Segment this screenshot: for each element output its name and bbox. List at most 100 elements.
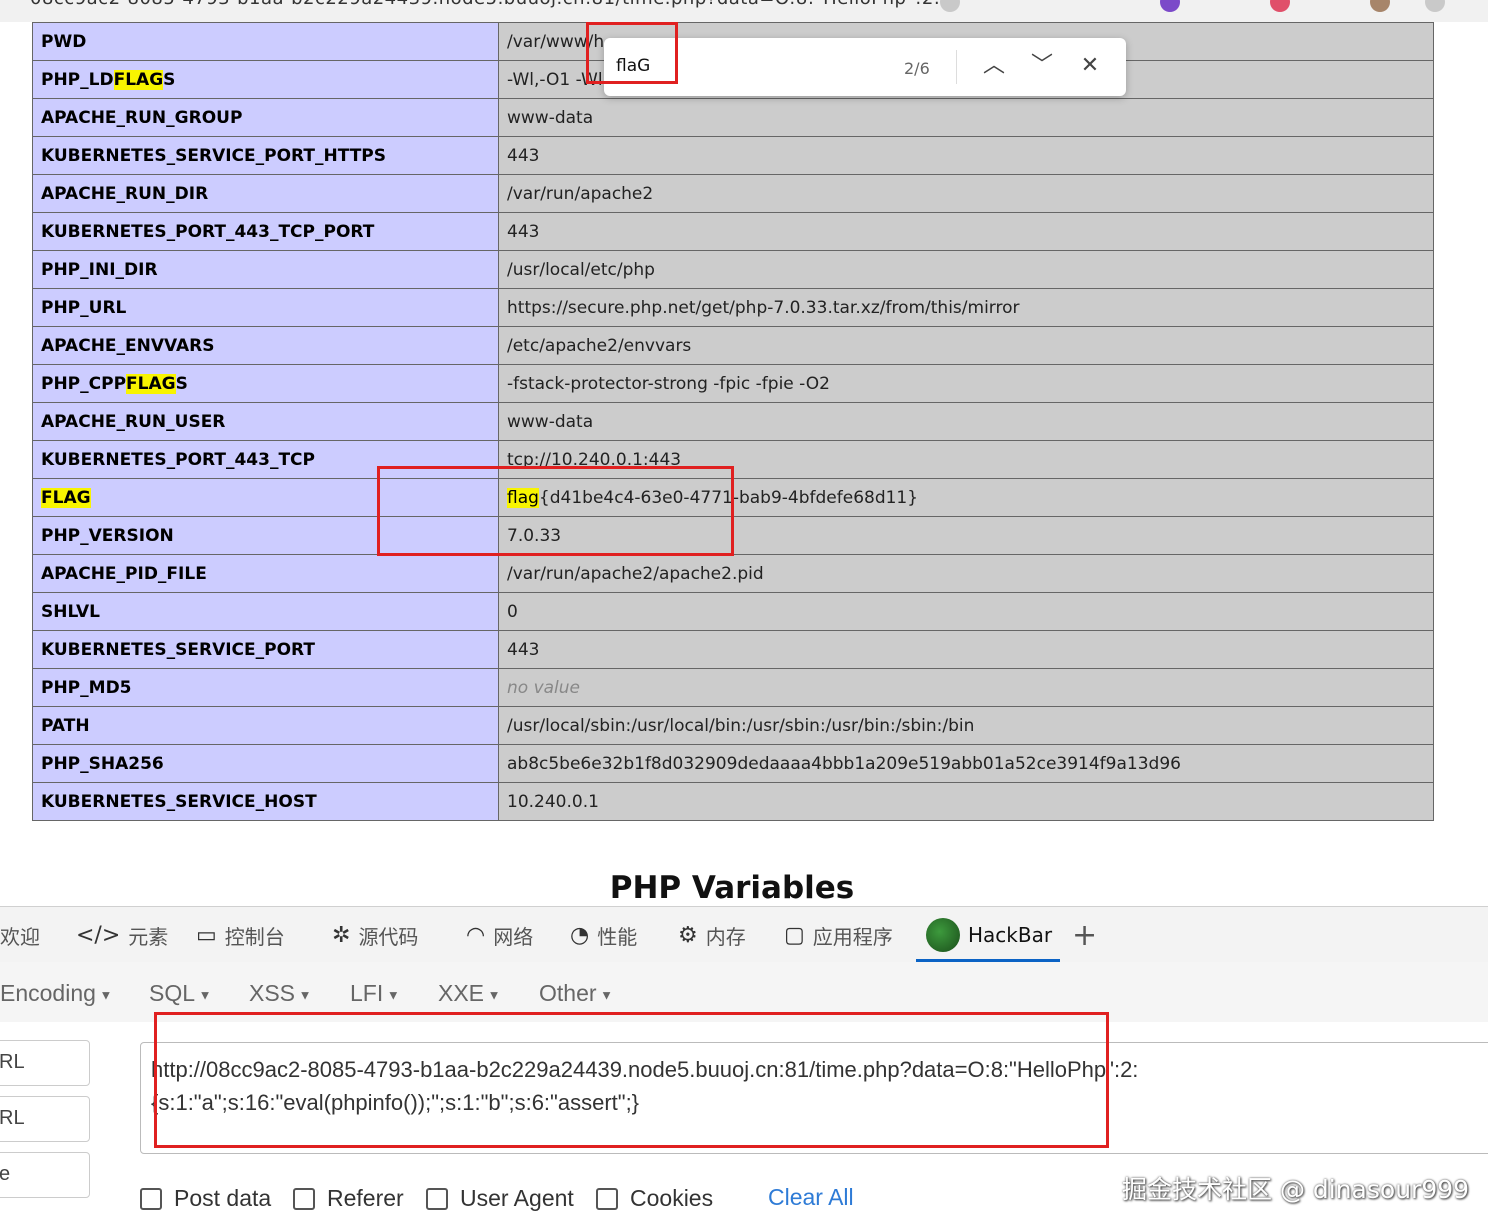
find-match-count: 2/6	[904, 59, 930, 78]
option-label: Post data	[174, 1185, 272, 1211]
env-value: 10.240.0.1	[498, 782, 1434, 821]
tab-10[interactable]: +	[1072, 907, 1097, 963]
tab-7[interactable]: ⚙ 内存	[678, 907, 746, 963]
tab-4[interactable]: ✲ 源代码	[332, 907, 418, 963]
env-key: PHP_LDFLAGS	[32, 60, 499, 99]
env-value: www-data	[498, 98, 1434, 137]
tab-8[interactable]: ▢ 应用程序	[784, 907, 893, 963]
split-url-button[interactable]: RL	[0, 1096, 90, 1142]
table-row: SHLVL 0	[32, 592, 1434, 631]
referer-option[interactable]: Referer	[293, 1185, 404, 1212]
checkbox[interactable]	[140, 1187, 162, 1210]
tab-label: 欢迎	[0, 924, 40, 949]
menu-xss[interactable]: XSS ▼	[249, 980, 312, 1007]
watermark: 掘金技术社区 @ dinasour999	[1122, 1175, 1470, 1204]
menu-sql[interactable]: SQL ▼	[149, 980, 212, 1007]
settings-icon[interactable]	[1425, 0, 1445, 12]
table-row: PHP_INI_DIR/usr/local/etc/php	[32, 250, 1434, 289]
tab-label: 源代码	[358, 924, 419, 949]
table-row: KUBERNETES_SERVICE_PORT 443	[32, 630, 1434, 669]
avatar[interactable]	[1370, 0, 1390, 12]
tab-icon: ✲	[332, 922, 351, 948]
env-value: /usr/local/sbin:/usr/local/bin:/usr/sbin…	[498, 706, 1434, 745]
url-textarea[interactable]: http://08cc9ac2-8085-4793-b1aa-b2c229a24…	[140, 1042, 1488, 1154]
env-value: no value	[498, 668, 1434, 707]
hackbar-menu: Encoding ▼ SQL ▼ XSS ▼ LFI ▼ XXE ▼ Other ▼	[0, 962, 1488, 1022]
checkbox[interactable]	[426, 1187, 448, 1210]
env-key: KUBERNETES_PORT_443_TCP	[32, 440, 499, 479]
tab-label: 网络	[493, 924, 534, 949]
tab-1[interactable]: 欢迎	[0, 907, 40, 963]
table-row: PHP_SHA256 ab8c5be6e32b1f8d032909dedaaaa4…	[32, 744, 1434, 783]
tab-3[interactable]: ▭ 控制台	[196, 907, 285, 963]
caret-down-icon: ▼	[295, 987, 312, 1003]
env-key: PATH	[32, 706, 499, 745]
env-value: 443	[498, 136, 1434, 175]
tab-9[interactable]: HackBar	[916, 907, 1060, 963]
profile-icon[interactable]	[1270, 0, 1290, 12]
tab-label: 元素	[128, 924, 169, 949]
caret-down-icon: ▼	[596, 987, 614, 1003]
menu-label: Encoding	[0, 980, 96, 1006]
env-key: APACHE_RUN_GROUP	[32, 98, 499, 137]
env-key: PHP_INI_DIR	[32, 250, 499, 289]
load-url-button[interactable]: RL	[0, 1040, 90, 1086]
tab-icon: ▢	[784, 922, 805, 948]
table-row: PATH/usr/local/sbin:/usr/local/bin:/usr/…	[32, 706, 1434, 745]
env-key: PHP_MD5	[32, 668, 499, 707]
chevron-up-icon[interactable]: ︿	[976, 48, 1012, 84]
tab-icon: ◠	[466, 922, 486, 948]
chevron-down-icon[interactable]: ﹀	[1024, 48, 1060, 84]
option-label: User Agent	[460, 1185, 574, 1211]
checkbox[interactable]	[293, 1187, 315, 1210]
menu-label: LFI	[350, 980, 384, 1006]
tab-label: HackBar	[968, 923, 1053, 947]
env-value: www-data	[498, 402, 1434, 441]
table-row: APACHE_RUN_DIR/var/run/apache2	[32, 174, 1434, 213]
tab-label: 内存	[705, 924, 746, 949]
caret-down-icon: ▼	[383, 987, 400, 1003]
menu-encoding[interactable]: Encoding ▼	[0, 980, 112, 1007]
search-highlight: flag	[507, 487, 539, 508]
tab-6[interactable]: ◔ 性能	[570, 907, 637, 963]
menu-lfi[interactable]: LFI ▼	[350, 980, 400, 1007]
search-highlight: FLAG	[41, 487, 91, 508]
env-key: KUBERNETES_SERVICE_PORT	[32, 630, 499, 669]
browser-tab-strip: 08cc9ac2-8085-4793-b1aa-b2c229a24439.nod…	[0, 0, 1488, 22]
env-key: APACHE_ENVVARS	[32, 326, 499, 365]
menu-xxe[interactable]: XXE ▼	[438, 980, 501, 1007]
env-key: PHP_URL	[32, 288, 499, 327]
tab-url-fragment: 08cc9ac2-8085-4793-b1aa-b2c229a24439.nod…	[30, 0, 959, 9]
env-value: https://secure.php.net/get/php-7.0.33.ta…	[498, 288, 1434, 327]
search-icon[interactable]	[940, 0, 960, 12]
menu-label: XSS	[249, 980, 296, 1006]
table-row: KUBERNETES_PORT_443_TCP tcp://10.240.0.1:…	[32, 440, 1434, 479]
post-data-option[interactable]: Post data	[140, 1185, 271, 1212]
env-key: KUBERNETES_PORT_443_TCP_PORT	[32, 212, 499, 251]
env-value: /var/run/apache2/apache2.pid	[498, 554, 1434, 593]
find-input[interactable]: flaG	[616, 56, 650, 76]
checkbox[interactable]	[596, 1187, 618, 1210]
table-row: KUBERNETES_SERVICE_HOST 10.240.0.1	[32, 782, 1434, 821]
devtools-tab-bar: 欢迎 </> 元素 ▭ 控制台 ✲ 源代码 ◠ 网络 ◔ 性能 ⚙ 内存 ▢ 应用程序 HackBar +	[0, 906, 1488, 964]
env-value: 0	[498, 592, 1434, 631]
clear-all-link[interactable]: Clear All	[768, 1184, 854, 1211]
env-value: 443	[498, 630, 1434, 669]
table-row: KUBERNETES_PORT_443_TCP_PORT 443	[32, 212, 1434, 251]
user-agent-option[interactable]: User Agent	[426, 1185, 574, 1212]
table-row: APACHE_RUN_USER www-data	[32, 402, 1434, 441]
tab-2[interactable]: </> 元素	[76, 907, 168, 963]
execute-button[interactable]: e	[0, 1152, 90, 1198]
env-value: tcp://10.240.0.1:443	[498, 440, 1434, 479]
tab-5[interactable]: ◠ 网络	[466, 907, 533, 963]
env-key: PHP_CPPFLAGS	[32, 364, 499, 403]
menu-other[interactable]: Other ▼	[539, 980, 613, 1007]
close-icon[interactable]: ✕	[1072, 48, 1108, 84]
extensions-icon[interactable]	[1160, 0, 1180, 12]
menu-label: SQL	[149, 980, 196, 1006]
find-bar[interactable]: flaG 2/6 ︿ ﹀ ✕	[604, 38, 1126, 96]
cookies-option[interactable]: Cookies	[596, 1185, 713, 1212]
table-row: PHP_MD5 no value	[32, 668, 1434, 707]
table-row: PHP_URL https://secure.php.net/get/php-7.…	[32, 288, 1434, 327]
table-row: PHP_CPPFLAGS -fstack-protector-strong -fp…	[32, 364, 1434, 403]
